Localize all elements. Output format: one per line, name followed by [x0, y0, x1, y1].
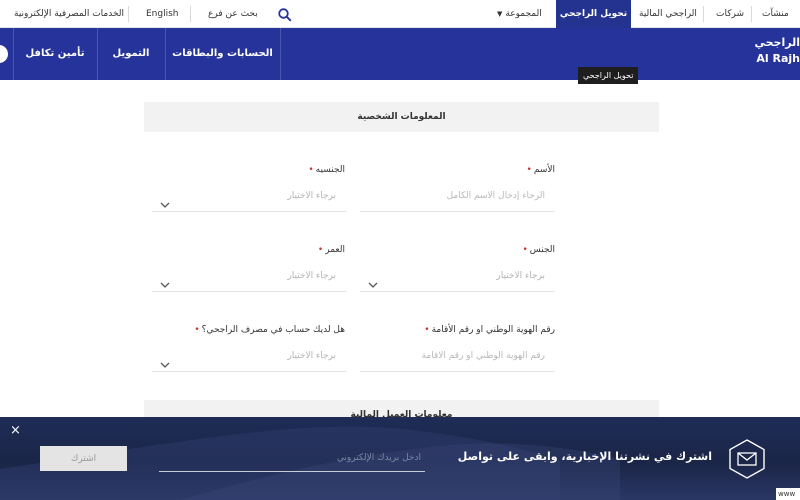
- subscribe-button[interactable]: اشترك: [40, 446, 127, 471]
- search-branch-link[interactable]: بحث عن فرع: [208, 0, 258, 28]
- age-label-text: العمر: [325, 245, 345, 255]
- newsletter-email-input[interactable]: [159, 445, 425, 472]
- account-select[interactable]: برجاء الاختيار: [152, 340, 346, 372]
- topbar-companies[interactable]: شركات: [716, 0, 744, 28]
- required-mark: •: [194, 325, 200, 335]
- mail-icon: [729, 439, 765, 483]
- nationality-label: الجنسيه•: [308, 165, 345, 175]
- chevron-down-icon: [160, 191, 170, 223]
- age-placeholder: برجاء الاختيار: [287, 271, 336, 281]
- required-mark: •: [317, 245, 324, 255]
- top-utility-bar: منشآت شركات الراجحي المالية تحويل الراجح…: [0, 0, 800, 28]
- divider: [190, 6, 191, 22]
- logo-arabic[interactable]: الراجحي: [755, 36, 800, 49]
- age-label: العمر•: [318, 245, 345, 255]
- e-services-link[interactable]: الخدمات المصرفية الإلكترونية: [14, 0, 124, 28]
- id-label-text: رقم الهوية الوطني او رقم الأقامة: [431, 325, 555, 335]
- topbar-establishments[interactable]: منشآت: [762, 0, 789, 28]
- group-dropdown[interactable]: ▼ المجموعة: [497, 0, 542, 28]
- nav-takaful[interactable]: تأمين تكافل: [13, 28, 97, 80]
- name-label: الأسم•: [527, 165, 555, 175]
- id-field[interactable]: [360, 340, 555, 372]
- divider: [128, 6, 129, 22]
- main-navigation: تأمين تكافل التمويل الحسابات والبطاقات ا…: [0, 28, 800, 80]
- account-label-text: هل لديك حساب في مصرف الراجحي؟: [201, 325, 345, 335]
- name-input[interactable]: [360, 181, 555, 211]
- tooltip: تحويل الراجحي: [578, 67, 639, 84]
- circle-icon[interactable]: [0, 45, 8, 63]
- caret-down-icon: ▼: [497, 10, 503, 18]
- gender-label: الجنس•: [522, 245, 555, 255]
- required-mark: •: [424, 325, 430, 335]
- newsletter-banner: × اشترك اشترك في نشرتنا الإخبارية، وابقى…: [0, 417, 800, 500]
- chevron-down-icon: [160, 271, 170, 303]
- name-field[interactable]: [360, 180, 555, 212]
- divider: [751, 6, 752, 22]
- name-label-text: الأسم: [533, 165, 555, 175]
- nav-accounts-cards[interactable]: الحسابات والبطاقات: [165, 28, 280, 80]
- divider: [703, 6, 704, 22]
- nationality-select[interactable]: برجاء الاختيار: [152, 180, 346, 212]
- logo-english[interactable]: Al Rajh: [756, 52, 800, 65]
- chevron-down-icon: [160, 351, 170, 383]
- nationality-label-text: الجنسيه: [315, 165, 345, 175]
- nav-financing[interactable]: التمويل: [97, 28, 165, 80]
- chevron-down-icon: [368, 271, 378, 303]
- topbar-financial[interactable]: الراجحي المالية: [639, 0, 697, 28]
- nationality-placeholder: برجاء الاختيار: [287, 191, 336, 201]
- newsletter-text: اشترك في نشرتنا الإخبارية، وابقى على توا…: [457, 450, 712, 463]
- section-personal-info: المعلومات الشخصية: [144, 102, 659, 132]
- divider: [280, 28, 281, 80]
- account-label: هل لديك حساب في مصرف الراجحي؟•: [194, 325, 345, 335]
- gender-placeholder: برجاء الاختيار: [496, 271, 545, 281]
- close-icon[interactable]: ×: [10, 423, 21, 438]
- group-label: المجموعة: [505, 9, 542, 19]
- topbar-transfer-tab[interactable]: تحويل الراجحي: [556, 0, 631, 28]
- required-mark: •: [522, 245, 528, 255]
- gender-label-text: الجنس: [529, 245, 555, 255]
- age-select[interactable]: برجاء الاختيار: [152, 260, 346, 292]
- required-mark: •: [308, 165, 314, 175]
- corner-badge: www: [776, 488, 800, 500]
- required-mark: •: [526, 165, 532, 175]
- english-link[interactable]: English: [146, 0, 179, 28]
- id-input[interactable]: [360, 341, 555, 371]
- gender-select[interactable]: برجاء الاختيار: [360, 260, 555, 292]
- id-label: رقم الهوية الوطني او رقم الأقامة•: [424, 325, 555, 335]
- search-icon[interactable]: [278, 7, 292, 26]
- account-placeholder: برجاء الاختيار: [287, 351, 336, 361]
